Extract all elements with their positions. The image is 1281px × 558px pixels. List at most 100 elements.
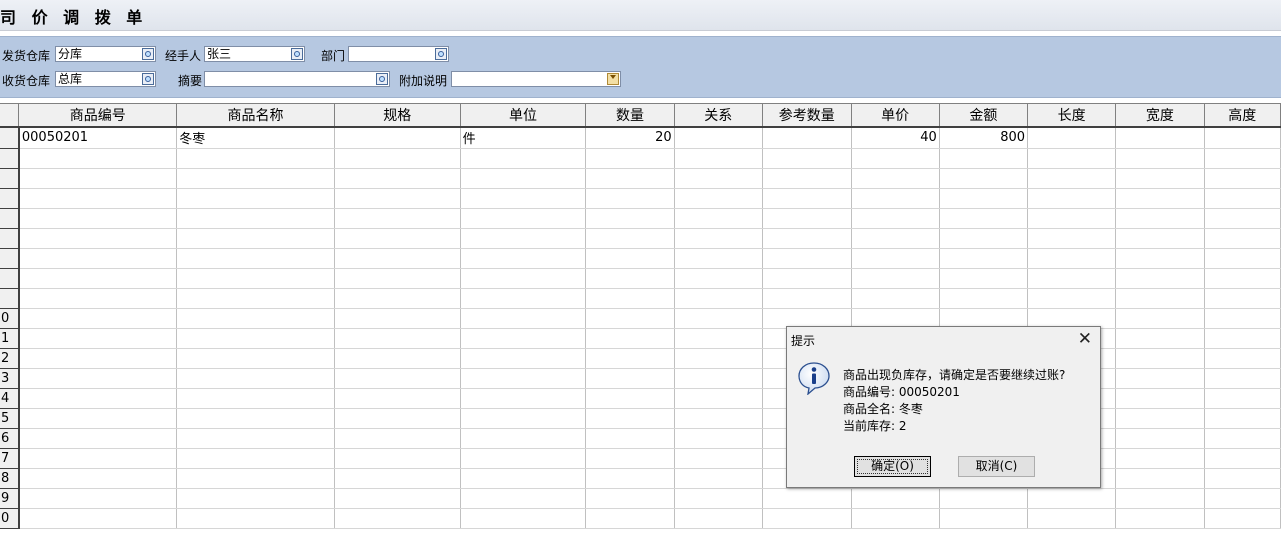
grid-cell[interactable] bbox=[1115, 248, 1205, 269]
department-field[interactable] bbox=[348, 46, 449, 62]
grid-cell[interactable] bbox=[334, 188, 461, 209]
grid-cell[interactable] bbox=[585, 228, 675, 249]
grid-cell[interactable] bbox=[674, 208, 763, 229]
grid-cell[interactable] bbox=[334, 448, 461, 469]
grid-cell[interactable] bbox=[1027, 268, 1117, 289]
grid-cell[interactable] bbox=[334, 368, 461, 389]
table-row[interactable] bbox=[0, 268, 1281, 289]
grid-cell[interactable] bbox=[1204, 308, 1281, 329]
grid-cell[interactable] bbox=[18, 468, 178, 489]
grid-cell[interactable] bbox=[1204, 126, 1281, 149]
grid-cell[interactable] bbox=[1204, 388, 1281, 409]
grid-cell[interactable]: 件 bbox=[460, 126, 587, 149]
grid-cell[interactable] bbox=[762, 188, 852, 209]
grid-cell[interactable] bbox=[460, 468, 587, 489]
grid-cell[interactable] bbox=[1115, 408, 1205, 429]
grid-cell[interactable] bbox=[1115, 428, 1205, 449]
row-header[interactable] bbox=[0, 168, 20, 189]
grid-cell[interactable] bbox=[18, 408, 178, 429]
grid-cell[interactable] bbox=[1204, 488, 1281, 509]
grid-cell[interactable] bbox=[18, 508, 178, 529]
grid-cell[interactable]: 800 bbox=[939, 126, 1029, 149]
grid-cell[interactable] bbox=[1115, 268, 1205, 289]
grid-cell[interactable] bbox=[176, 448, 335, 469]
grid-cell[interactable] bbox=[585, 348, 675, 369]
grid-cell[interactable] bbox=[939, 168, 1029, 189]
grid-cell[interactable] bbox=[18, 308, 178, 329]
grid-cell[interactable] bbox=[1027, 508, 1117, 529]
handler-field[interactable]: 张三 bbox=[204, 46, 305, 62]
grid-cell[interactable] bbox=[460, 228, 587, 249]
grid-cell[interactable] bbox=[334, 428, 461, 449]
grid-cell[interactable] bbox=[176, 468, 335, 489]
grid-cell[interactable] bbox=[674, 408, 763, 429]
grid-cell[interactable] bbox=[176, 268, 335, 289]
grid-cell[interactable]: 00050201 bbox=[18, 126, 178, 149]
col-header[interactable]: 规格 bbox=[334, 103, 461, 128]
summary-lookup-icon[interactable] bbox=[376, 73, 388, 85]
grid-cell[interactable] bbox=[460, 508, 587, 529]
row-header[interactable] bbox=[0, 288, 20, 309]
col-header[interactable]: 高度 bbox=[1204, 103, 1281, 128]
grid-cell[interactable] bbox=[334, 228, 461, 249]
grid-cell[interactable] bbox=[939, 288, 1029, 309]
grid-cell[interactable] bbox=[1204, 148, 1281, 169]
grid-cell[interactable] bbox=[585, 448, 675, 469]
grid-cell[interactable] bbox=[334, 408, 461, 429]
grid-cell[interactable] bbox=[176, 508, 335, 529]
grid-cell[interactable] bbox=[939, 248, 1029, 269]
summary-field[interactable] bbox=[204, 71, 390, 87]
grid-cell[interactable] bbox=[585, 468, 675, 489]
grid-cell[interactable] bbox=[585, 428, 675, 449]
grid-cell[interactable] bbox=[762, 488, 852, 509]
row-header[interactable]: 0 bbox=[0, 308, 20, 329]
grid-cell[interactable] bbox=[674, 348, 763, 369]
grid-cell[interactable] bbox=[334, 126, 461, 149]
grid-cell[interactable] bbox=[1027, 488, 1117, 509]
col-header[interactable]: 参考数量 bbox=[762, 103, 852, 128]
grid-cell[interactable] bbox=[939, 508, 1029, 529]
row-header[interactable]: 6 bbox=[0, 428, 20, 449]
grid-cell[interactable] bbox=[176, 288, 335, 309]
grid-cell[interactable] bbox=[460, 268, 587, 289]
row-header[interactable] bbox=[0, 268, 20, 289]
grid-cell[interactable] bbox=[674, 488, 763, 509]
row-header[interactable]: 5 bbox=[0, 408, 20, 429]
grid-cell[interactable] bbox=[1027, 208, 1117, 229]
grid-cell[interactable] bbox=[1204, 328, 1281, 349]
grid-cell[interactable] bbox=[18, 428, 178, 449]
row-header[interactable]: 7 bbox=[0, 448, 20, 469]
grid-cell[interactable] bbox=[762, 268, 852, 289]
grid-cell[interactable] bbox=[851, 488, 940, 509]
handler-lookup-icon[interactable] bbox=[291, 48, 303, 60]
row-header[interactable] bbox=[0, 126, 20, 149]
grid-cell[interactable] bbox=[1204, 508, 1281, 529]
grid-cell[interactable] bbox=[1204, 428, 1281, 449]
grid-cell[interactable] bbox=[762, 168, 852, 189]
grid-cell[interactable] bbox=[674, 148, 763, 169]
table-row[interactable] bbox=[0, 148, 1281, 169]
row-header[interactable] bbox=[0, 208, 20, 229]
grid-cell[interactable] bbox=[585, 148, 675, 169]
grid-cell[interactable] bbox=[18, 368, 178, 389]
grid-cell[interactable] bbox=[1115, 448, 1205, 469]
grid-cell[interactable] bbox=[585, 288, 675, 309]
grid-cell[interactable] bbox=[334, 388, 461, 409]
grid-cell[interactable] bbox=[939, 208, 1029, 229]
grid-cell[interactable] bbox=[1204, 468, 1281, 489]
grid-cell[interactable] bbox=[851, 188, 940, 209]
grid-cell[interactable] bbox=[18, 248, 178, 269]
grid-cell[interactable] bbox=[1204, 208, 1281, 229]
grid-cell[interactable] bbox=[939, 268, 1029, 289]
close-icon[interactable]: ✕ bbox=[1078, 329, 1092, 349]
grid-cell[interactable] bbox=[1115, 148, 1205, 169]
grid-cell[interactable] bbox=[18, 488, 178, 509]
grid-cell[interactable] bbox=[460, 488, 587, 509]
grid-cell[interactable] bbox=[851, 268, 940, 289]
grid-cell[interactable] bbox=[18, 388, 178, 409]
grid-cell[interactable] bbox=[585, 188, 675, 209]
grid-cell[interactable] bbox=[1115, 328, 1205, 349]
grid-cell[interactable] bbox=[460, 368, 587, 389]
grid-cell[interactable] bbox=[176, 188, 335, 209]
ship-warehouse-field[interactable]: 分库 bbox=[55, 46, 156, 62]
